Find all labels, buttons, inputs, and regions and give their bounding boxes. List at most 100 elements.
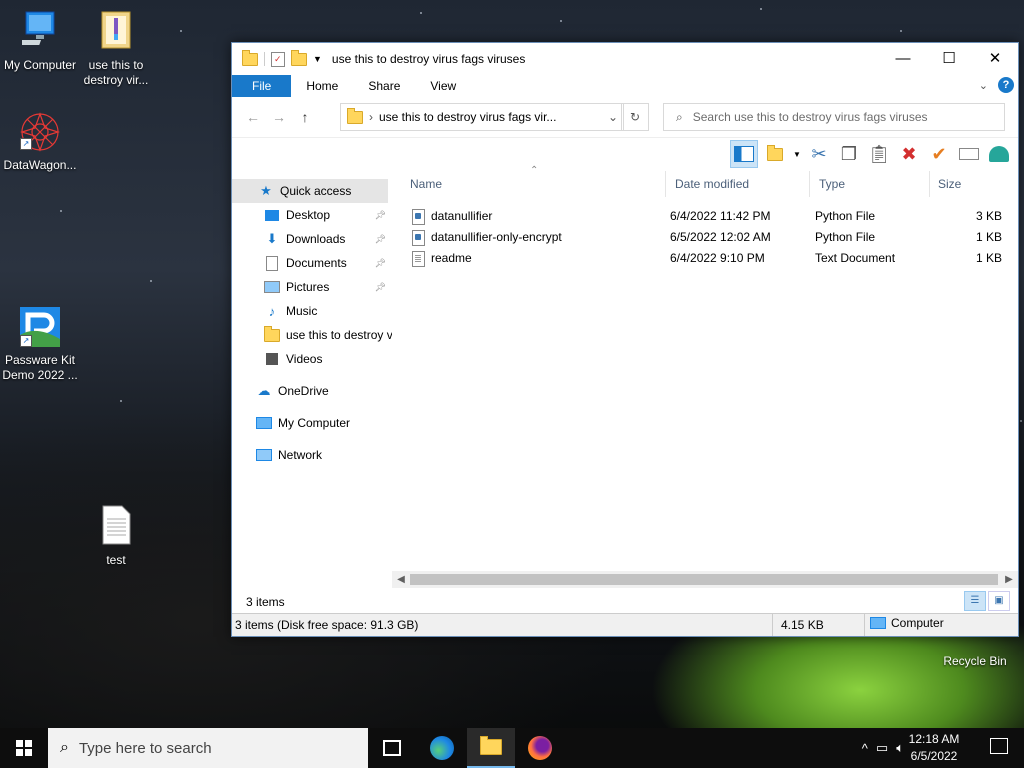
column-size[interactable]: Size: [928, 171, 1008, 197]
file-row[interactable]: readme 6/4/2022 9:10 PM Text Document 1 …: [400, 248, 1018, 269]
scroll-right-icon[interactable]: ▶: [1000, 571, 1018, 588]
back-icon[interactable]: ←: [240, 109, 266, 125]
horizontal-scrollbar[interactable]: ◀ ▶: [392, 571, 1018, 588]
folder-options-icon[interactable]: [762, 141, 788, 167]
chevron-down-icon[interactable]: ▼: [792, 141, 802, 167]
column-date-modified[interactable]: Date modified: [665, 171, 810, 197]
nav-downloads[interactable]: ⬇ Downloads 📌︎: [232, 227, 392, 251]
pin-icon[interactable]: 📌︎: [375, 258, 386, 269]
shell-icon[interactable]: [986, 141, 1012, 167]
pin-icon[interactable]: 📌︎: [375, 234, 386, 245]
cut-icon[interactable]: ✂: [806, 141, 832, 167]
search-placeholder: Search use this to destroy virus fags vi…: [692, 110, 928, 124]
column-type[interactable]: Type: [809, 171, 930, 197]
close-button[interactable]: ✕: [972, 43, 1018, 73]
start-button[interactable]: [0, 728, 48, 768]
network-icon: [256, 448, 272, 462]
chevron-down-icon[interactable]: ⌄: [603, 110, 623, 124]
tab-view[interactable]: View: [415, 75, 471, 97]
folder-icon: [242, 49, 258, 66]
nav-onedrive[interactable]: ☁ OneDrive: [232, 379, 392, 403]
file-name: datanullifier: [431, 209, 493, 223]
expand-ribbon-icon[interactable]: ⌄: [979, 79, 988, 92]
folder-icon: [347, 107, 363, 124]
nav-label: OneDrive: [278, 384, 329, 398]
new-folder-icon[interactable]: [291, 49, 307, 66]
tab-file[interactable]: File: [232, 75, 292, 97]
desktop-icon-passware[interactable]: ↗ Passware Kit Demo 2022 ...: [0, 305, 80, 383]
nav-music[interactable]: ♪ Music: [232, 299, 392, 323]
nav-label: My Computer: [278, 416, 351, 430]
file-row[interactable]: datanullifier 6/4/2022 11:42 PM Python F…: [400, 206, 1018, 227]
tab-share[interactable]: Share: [353, 75, 415, 97]
up-icon[interactable]: ↑: [292, 109, 318, 125]
pin-icon[interactable]: 📌︎: [375, 282, 386, 293]
tab-home[interactable]: Home: [291, 75, 353, 97]
task-view-icon: [383, 740, 401, 756]
scrollbar-thumb[interactable]: [410, 574, 998, 585]
forward-icon[interactable]: →: [266, 109, 292, 125]
pictures-icon: [264, 280, 280, 294]
desktop-icon-folder[interactable]: use this to destroy vir...: [76, 10, 156, 88]
desktop-icon-recycle-bin[interactable]: Recycle Bin: [935, 636, 1015, 669]
window-title: use this to destroy virus fags viruses: [331, 52, 526, 66]
navigation-bar: ← → ↑ › use this to destroy virus fags v…: [232, 97, 1018, 138]
desktop-icon: [264, 208, 280, 222]
file-row[interactable]: datanullifier-only-encrypt 6/5/2022 12:0…: [400, 227, 1018, 248]
file-type: Python File: [815, 209, 876, 223]
desktop-icon-test[interactable]: test: [76, 505, 156, 568]
nav-folder-use-this[interactable]: use this to destroy v: [232, 323, 392, 347]
minimize-button[interactable]: —: [880, 43, 926, 73]
navigation-pane: ★ Quick access Desktop 📌︎ ⬇ Downloads 📌︎…: [232, 171, 392, 571]
pin-icon[interactable]: 📌︎: [375, 210, 386, 221]
edge-button[interactable]: [418, 728, 466, 768]
address-bar[interactable]: › use this to destroy virus fags vir... …: [340, 103, 624, 131]
notification-icon[interactable]: [990, 738, 1008, 754]
file-size: 3 KB: [975, 209, 1002, 223]
large-icons-view-icon[interactable]: ▣: [988, 591, 1010, 611]
nav-documents[interactable]: Documents 📌︎: [232, 251, 392, 275]
check-icon[interactable]: ✔: [926, 141, 952, 167]
clock[interactable]: 12:18 AM 6/5/2022: [904, 731, 964, 765]
nav-pictures[interactable]: Pictures 📌︎: [232, 275, 392, 299]
preview-pane-icon[interactable]: [730, 140, 758, 168]
nav-quick-access[interactable]: ★ Quick access: [232, 179, 388, 203]
nav-network[interactable]: Network: [232, 443, 392, 467]
network-icon[interactable]: ▭: [876, 740, 888, 756]
desktop-icon-label: Recycle Bin: [943, 654, 1007, 668]
windows-logo-icon: [16, 740, 32, 756]
maximize-button[interactable]: ☐: [926, 43, 972, 73]
search-input[interactable]: ⌕ Search use this to destroy virus fags …: [663, 103, 1005, 131]
ribbon-tabs: File Home Share View ⌄ ?: [232, 75, 1018, 97]
desktop-icon-label: My Computer: [3, 58, 77, 72]
column-name[interactable]: Name: [400, 171, 666, 197]
copy-icon[interactable]: ❐: [836, 141, 862, 167]
item-count: 3 items: [246, 595, 285, 609]
paste-icon[interactable]: 📋︎: [866, 141, 892, 167]
help-icon[interactable]: ?: [998, 77, 1014, 93]
scroll-left-icon[interactable]: ◀: [392, 571, 410, 588]
refresh-button[interactable]: ↻: [621, 103, 649, 131]
nav-my-computer[interactable]: My Computer: [232, 411, 392, 435]
chevron-up-icon[interactable]: ^: [862, 741, 868, 756]
volume-icon[interactable]: 🔈︎: [896, 740, 904, 756]
nav-videos[interactable]: Videos: [232, 347, 392, 371]
delete-icon[interactable]: ✖: [896, 141, 922, 167]
title-bar[interactable]: ✓ ▼ use this to destroy virus fags virus…: [232, 43, 1018, 75]
file-explorer-button[interactable]: [467, 728, 515, 768]
firefox-button[interactable]: [516, 728, 564, 768]
rename-icon[interactable]: [956, 141, 982, 167]
nav-desktop[interactable]: Desktop 📌︎: [232, 203, 392, 227]
desktop-icon-my-computer[interactable]: My Computer: [0, 10, 80, 73]
taskbar-search-input[interactable]: ⌕ Type here to search: [48, 728, 368, 768]
desktop-icon-datawagon[interactable]: ↗ DataWagon...: [0, 110, 80, 173]
task-view-button[interactable]: [368, 728, 416, 768]
quick-access-dropdown-icon[interactable]: ▼: [313, 54, 322, 64]
column-headers: ⌃ Name Date modified Type Size: [400, 165, 1018, 198]
properties-icon[interactable]: ✓: [271, 51, 285, 67]
explorer-window: ✓ ▼ use this to destroy virus fags virus…: [231, 42, 1019, 637]
computer-icon: [0, 10, 80, 54]
status-summary: 3 items (Disk free space: 91.3 GB): [235, 618, 419, 632]
system-tray: ^ ▭ 🔈︎: [862, 728, 904, 768]
details-view-icon[interactable]: ☰: [964, 591, 986, 611]
